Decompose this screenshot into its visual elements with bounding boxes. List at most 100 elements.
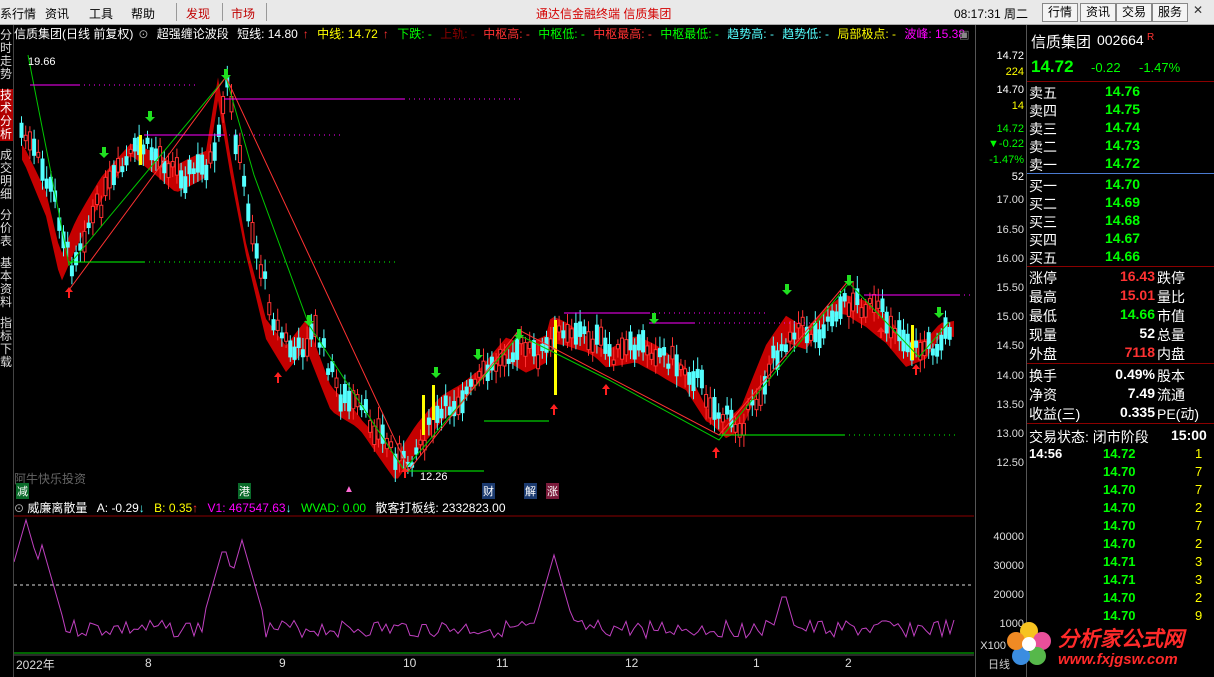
candle-body	[754, 398, 759, 411]
candlestick-chart[interactable]	[14, 25, 974, 677]
divider	[1027, 266, 1214, 267]
sub-wvad-value: WVAD: 0.00	[300, 501, 367, 515]
candle-body	[86, 222, 91, 229]
candle-body	[594, 324, 599, 345]
candle-body	[111, 165, 116, 186]
tick-row[interactable]: 14.70 2	[1027, 500, 1214, 519]
ask-row[interactable]: 卖三 14.74	[1027, 119, 1214, 138]
candle-body	[536, 354, 541, 370]
quote-last-price: 14.72	[1031, 57, 1074, 76]
candle-body	[95, 193, 100, 205]
bid-price: 14.68	[1105, 212, 1141, 228]
candle-body	[296, 337, 301, 349]
up-arrow-icon: ↑	[192, 501, 199, 515]
bid-row[interactable]: 买一 14.70	[1027, 176, 1214, 195]
bid-price: 14.66	[1105, 248, 1141, 264]
candle-body	[699, 369, 704, 389]
stat-row: 最高 15.01 量比	[1027, 287, 1214, 306]
tick-row[interactable]: 14.70 7	[1027, 464, 1214, 483]
ask-price: 14.73	[1105, 137, 1141, 153]
bid-row[interactable]: 买四 14.67	[1027, 230, 1214, 249]
news-button[interactable]: 资讯	[1080, 3, 1116, 22]
candle-body	[246, 203, 251, 222]
close-icon[interactable]: ✕	[1193, 3, 1203, 17]
menu-item-market[interactable]: 市场	[231, 5, 255, 22]
tick-row[interactable]: 14.70 7	[1027, 518, 1214, 537]
tab-intraday[interactable]: 分时走势	[0, 29, 13, 81]
stat-label-2: 流通	[1157, 387, 1185, 403]
highlight-candle	[554, 320, 557, 395]
stat-label: 涨停	[1029, 270, 1057, 286]
candle-body	[628, 331, 633, 351]
sub-tick-label: 30000	[993, 560, 1024, 572]
tab-trades[interactable]: 成交明细	[0, 149, 13, 201]
menu-item-tools[interactable]: 工具	[89, 5, 113, 22]
candle-body	[851, 292, 856, 312]
candle-body	[708, 397, 713, 419]
event-marker[interactable]: 财	[482, 483, 495, 499]
ask-row[interactable]: 卖二 14.73	[1027, 137, 1214, 156]
candle-body	[825, 316, 830, 322]
bid-label: 买三	[1029, 214, 1057, 230]
candle-body	[32, 138, 37, 156]
price-tick-label: 16.00	[996, 253, 1024, 265]
service-button[interactable]: 服务	[1152, 3, 1188, 22]
bid-row[interactable]: 买五 14.66	[1027, 248, 1214, 267]
scrolling-ticker[interactable]: 通达信金融终端 信质集团	[536, 5, 671, 22]
tab-fundamentals[interactable]: 基本资料	[0, 257, 13, 309]
candle-body	[90, 205, 95, 224]
stat-row: 净资 7.49 流通	[1027, 385, 1214, 404]
candle-body	[641, 330, 646, 353]
sub-a-value: A: -0.29	[96, 501, 139, 515]
ask-row[interactable]: 卖五 14.76	[1027, 83, 1214, 102]
tick-price: 14.71	[1103, 554, 1136, 569]
candle-body	[23, 134, 28, 142]
candle-body	[334, 377, 339, 389]
tab-technical[interactable]: 技术分析	[0, 89, 13, 141]
candle-body	[506, 358, 511, 364]
quote-button[interactable]: 行情	[1042, 3, 1078, 22]
price-tick-label: 13.00	[996, 428, 1024, 440]
candle-body	[712, 397, 717, 420]
tab-price-table[interactable]: 分价表	[0, 209, 13, 248]
event-marker[interactable]: 港	[238, 483, 251, 499]
sub-chart-header: ⊙ 威廉离散量 A: -0.29↓ B: 0.35↑ V1: 467547.63…	[14, 499, 974, 515]
menu-item-system[interactable]: 系行情	[0, 5, 36, 22]
ask-row[interactable]: 卖一 14.72	[1027, 155, 1214, 174]
highlight-candle	[139, 135, 142, 165]
event-marker[interactable]: 涨	[546, 483, 559, 499]
tick-row[interactable]: 14.70 7	[1027, 482, 1214, 501]
sub-indicator-dropdown-icon[interactable]: ⊙	[14, 501, 24, 515]
price-tick-label: 15.50	[996, 282, 1024, 294]
bid-price: 14.69	[1105, 194, 1141, 210]
bid-row[interactable]: 买二 14.69	[1027, 194, 1214, 213]
tick-row[interactable]: 14:56 14.72 1	[1027, 446, 1214, 465]
tick-row[interactable]: 14.70 2	[1027, 536, 1214, 555]
event-marker[interactable]: 解	[524, 483, 537, 499]
event-triangle-icon[interactable]: ▲	[344, 484, 354, 495]
candle-body	[141, 144, 146, 155]
trade-button[interactable]: 交易	[1116, 3, 1152, 22]
menu-item-news[interactable]: 资讯	[45, 5, 69, 22]
price-tick-label: 14.00	[996, 370, 1024, 382]
candle-body	[372, 425, 377, 446]
candle-body	[939, 334, 944, 351]
tick-volume: 2	[1195, 590, 1203, 605]
ask-row[interactable]: 卖四 14.75	[1027, 101, 1214, 120]
menu-item-help[interactable]: 帮助	[131, 5, 155, 22]
candle-body	[200, 154, 205, 175]
chart-area[interactable]: 信质集团(日线 前复权) ⊙ 超强缠论波段 短线: 14.80 ↑ 中线: 14.7…	[14, 25, 974, 677]
candle-body	[947, 326, 952, 340]
tab-indicator-download[interactable]: 指标下载	[0, 317, 13, 369]
event-marker[interactable]: 减	[16, 483, 29, 499]
sub-indicator-name[interactable]: 威廉离散量	[27, 501, 87, 515]
candle-body	[166, 163, 171, 178]
menu-item-discover[interactable]: 发现	[186, 5, 210, 22]
tick-row[interactable]: 14.71 3	[1027, 554, 1214, 573]
highlight-candle	[422, 395, 425, 435]
bid-row[interactable]: 买三 14.68	[1027, 212, 1214, 231]
stat-value: 16.43	[1119, 268, 1155, 284]
tick-row[interactable]: 14.71 3	[1027, 572, 1214, 591]
tick-row[interactable]: 14.70 2	[1027, 590, 1214, 609]
sell-arrow-icon	[473, 349, 483, 360]
